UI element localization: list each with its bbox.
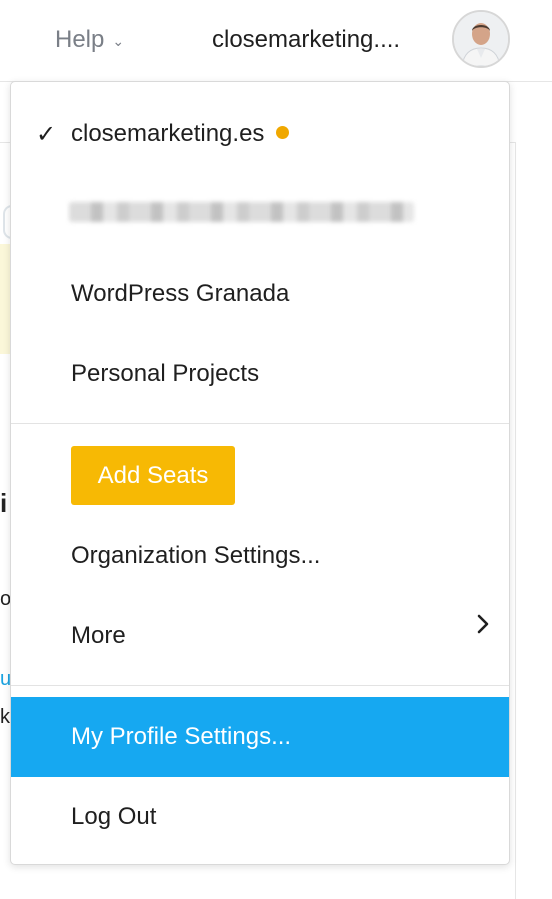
menu-item-current-org[interactable]: ✓ closemarketing.es — [11, 94, 509, 174]
menu-item-my-profile-settings[interactable]: My Profile Settings... — [11, 697, 509, 777]
menu-divider — [11, 685, 509, 686]
background-text: k — [0, 706, 10, 728]
current-org-name: closemarketing.es — [71, 120, 265, 147]
help-label: Help — [55, 26, 105, 53]
menu-item-log-out[interactable]: Log Out — [11, 777, 509, 857]
more-label: More — [71, 622, 126, 649]
add-seats-button[interactable]: Add Seats — [71, 446, 235, 505]
menu-item-org-personal-projects[interactable]: Personal Projects — [11, 334, 509, 414]
org-label: WordPress Granada — [71, 280, 290, 307]
menu-item-more[interactable]: More — [11, 596, 509, 676]
log-out-label: Log Out — [71, 803, 157, 830]
organization-settings-label: Organization Settings... — [71, 542, 321, 569]
org-label: Personal Projects — [71, 360, 260, 387]
avatar-image — [454, 12, 508, 66]
profile-settings-label: My Profile Settings... — [71, 723, 292, 750]
organization-dropdown-menu: ✓ closemarketing.es WordPress Granada Pe… — [10, 81, 510, 865]
checkmark-icon: ✓ — [36, 120, 57, 148]
current-org-label: closemarketing.es — [71, 120, 290, 148]
chevron-down-icon: ⌄ — [112, 32, 125, 49]
top-navigation-bar: Help ⌄ closemarketing.... — [0, 0, 552, 82]
menu-item-organization-settings[interactable]: Organization Settings... — [11, 516, 509, 596]
background-text: i — [0, 488, 8, 518]
user-avatar[interactable] — [452, 10, 510, 68]
help-menu[interactable]: Help ⌄ — [55, 26, 124, 54]
redacted-org-name — [69, 202, 414, 222]
organization-switcher[interactable]: closemarketing.... — [212, 26, 400, 54]
menu-item-org-wordpress-granada[interactable]: WordPress Granada — [11, 254, 509, 334]
chevron-right-icon — [477, 614, 489, 634]
menu-divider — [11, 423, 509, 424]
status-dot-icon — [276, 126, 290, 140]
